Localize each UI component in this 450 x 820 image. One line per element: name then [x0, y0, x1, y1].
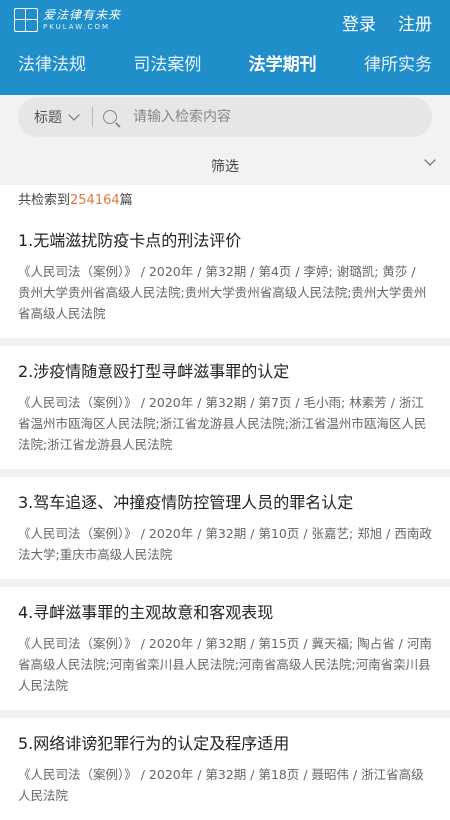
article-title[interactable]: 3.驾车追逐、冲撞疫情防控管理人员的罪名认定	[18, 489, 432, 517]
list-item[interactable]: 2.涉疫情随意殴打型寻衅滋事罪的认定 《人民司法（案例）》 / 2020年 / …	[0, 346, 450, 469]
search-field-select[interactable]: 标题	[34, 107, 80, 127]
list-item[interactable]: 5.网络诽谤犯罪行为的认定及程序适用 《人民司法（案例）》 / 2020年 / …	[0, 718, 450, 820]
tab-cases[interactable]: 司法案例	[133, 50, 201, 75]
filter-toggle[interactable]: 筛选	[0, 147, 450, 185]
list-item[interactable]: 4.寻衅滋事罪的主观故意和客观表现 《人民司法（案例）》 / 2020年 / 第…	[0, 587, 450, 710]
results-suffix: 篇	[119, 193, 133, 208]
top-bar: 爱法律有未来 PKULAW.COM 登录 注册	[0, 0, 450, 42]
article-meta: 《人民司法（案例）》 / 2020年 / 第32期 / 第15页 / 冀天福; …	[18, 636, 432, 693]
results-prefix: 共检索到	[18, 193, 71, 208]
article-meta: 《人民司法（案例）》 / 2020年 / 第32期 / 第7页 / 毛小雨; 林…	[18, 395, 427, 452]
app-header: 爱法律有未来 PKULAW.COM 登录 注册 法律法规 司法案例 法学期刊 律…	[0, 0, 450, 95]
logo-slogan: 爱法律有未来	[43, 8, 122, 22]
list-item[interactable]: 3.驾车追逐、冲撞疫情防控管理人员的罪名认定 《人民司法（案例）》 / 2020…	[0, 477, 450, 579]
divider	[92, 107, 93, 127]
auth-links: 登录 注册	[342, 10, 432, 35]
results-count: 共检索到254164篇	[0, 185, 450, 217]
article-title[interactable]: 5.网络诽谤犯罪行为的认定及程序适用	[18, 730, 432, 758]
login-link[interactable]: 登录	[342, 10, 376, 35]
search-input[interactable]	[131, 108, 416, 126]
search-icon	[103, 110, 117, 124]
article-meta: 《人民司法（案例）》 / 2020年 / 第32期 / 第10页 / 张嘉艺; …	[18, 526, 432, 562]
article-list: 1.无端滋扰防疫卡点的刑法评价 《人民司法（案例）》 / 2020年 / 第32…	[0, 217, 450, 820]
search-bar: 标题	[18, 97, 432, 137]
chevron-down-icon	[424, 154, 436, 166]
article-meta: 《人民司法（案例）》 / 2020年 / 第32期 / 第4页 / 李婷; 谢璐…	[18, 264, 427, 321]
tab-practice[interactable]: 律所实务	[364, 50, 432, 75]
results-number: 254164	[70, 193, 120, 208]
article-title[interactable]: 2.涉疫情随意殴打型寻衅滋事罪的认定	[18, 358, 432, 386]
article-title[interactable]: 4.寻衅滋事罪的主观故意和客观表现	[18, 599, 432, 627]
tab-laws[interactable]: 法律法规	[18, 50, 86, 75]
register-link[interactable]: 注册	[398, 10, 432, 35]
filter-label: 筛选	[211, 159, 239, 175]
search-field-label: 标题	[34, 110, 62, 126]
list-item[interactable]: 1.无端滋扰防疫卡点的刑法评价 《人民司法（案例）》 / 2020年 / 第32…	[0, 217, 450, 338]
search-area: 标题	[0, 95, 450, 147]
logo-seal-icon	[14, 8, 38, 32]
tab-journals[interactable]: 法学期刊	[249, 50, 317, 75]
category-tabs: 法律法规 司法案例 法学期刊 律所实务	[0, 50, 450, 75]
logo-url: PKULAW.COM	[43, 23, 110, 31]
article-title[interactable]: 1.无端滋扰防疫卡点的刑法评价	[18, 227, 432, 255]
pkulaw-logo[interactable]: 爱法律有未来 PKULAW.COM	[14, 8, 121, 32]
chevron-down-icon	[68, 109, 80, 121]
